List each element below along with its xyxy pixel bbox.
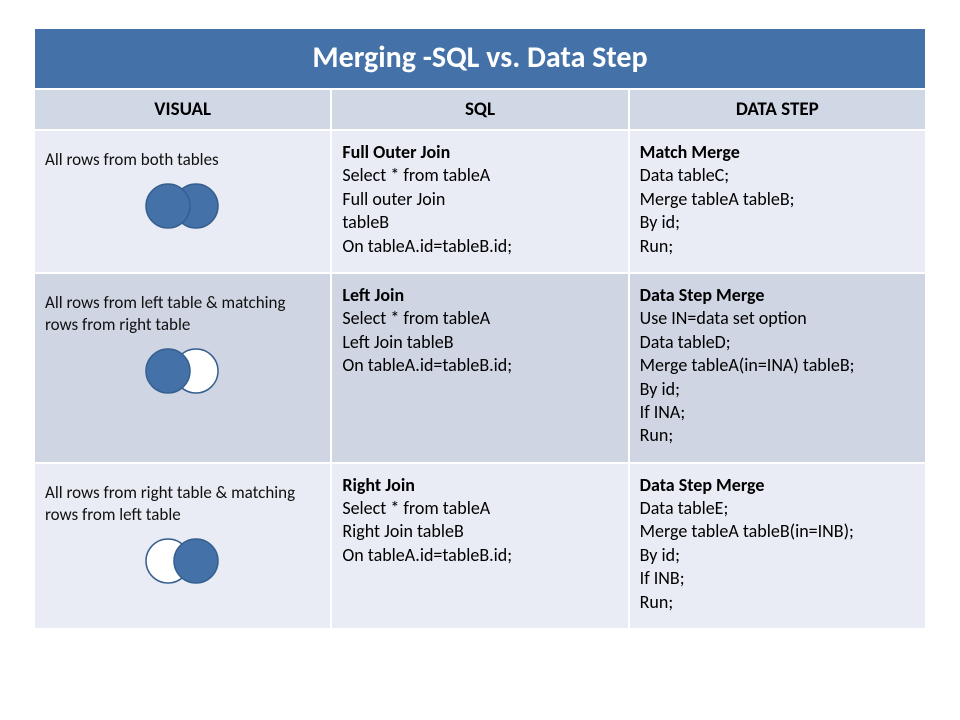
visual-cell: All rows from left table & matching rows… [35,274,330,462]
datastep-title: Data Step Merge [640,474,915,497]
code-line: tableB [342,211,617,234]
col-sql-header: SQL [330,90,627,129]
code-line: By id; [640,211,915,234]
code-line: On tableA.id=tableB.id; [342,354,617,377]
venn-diagram-icon [138,181,228,231]
sql-cell: Full Outer JoinSelect * from tableAFull … [330,131,627,272]
datastep-title: Data Step Merge [640,284,915,307]
page-title: Merging -SQL vs. Data Step [35,29,925,88]
col-datastep-header: DATA STEP [628,90,925,129]
sql-cell: Right JoinSelect * from tableARight Join… [330,464,627,628]
table-row: All rows from right table & matching row… [35,462,925,628]
code-line: Full outer Join [342,188,617,211]
comparison-table: Merging -SQL vs. Data Step VISUAL SQL DA… [34,28,926,629]
code-line: Merge tableA tableB(in=INB); [640,520,915,543]
venn-diagram-icon [138,536,228,586]
code-line: Select * from tableA [342,497,617,520]
visual-caption: All rows from right table & matching row… [45,482,320,526]
code-line: Merge tableA(in=INA) tableB; [640,354,915,377]
sql-title: Right Join [342,474,617,497]
code-line: Run; [640,235,915,258]
datastep-cell: Data Step MergeUse IN=data set optionDat… [628,274,925,462]
code-line: Left Join tableB [342,331,617,354]
code-line: If INA; [640,401,915,424]
visual-caption: All rows from left table & matching rows… [45,292,320,336]
sql-cell: Left JoinSelect * from tableALeft Join t… [330,274,627,462]
code-line: Right Join tableB [342,520,617,543]
sql-title: Left Join [342,284,617,307]
code-line: Data tableD; [640,331,915,354]
code-line: Use IN=data set option [640,307,915,330]
code-line: Run; [640,424,915,447]
table-row: All rows from left table & matching rows… [35,272,925,462]
code-line: Select * from tableA [342,164,617,187]
code-line: If INB; [640,567,915,590]
column-header-row: VISUAL SQL DATA STEP [35,88,925,129]
code-line: On tableA.id=tableB.id; [342,544,617,567]
code-line: Data tableC; [640,164,915,187]
code-line: By id; [640,378,915,401]
sql-title: Full Outer Join [342,141,617,164]
visual-cell: All rows from right table & matching row… [35,464,330,628]
visual-cell: All rows from both tables [35,131,330,272]
code-line: By id; [640,544,915,567]
venn-diagram-icon [138,346,228,396]
code-line: Select * from tableA [342,307,617,330]
code-line: Merge tableA tableB; [640,188,915,211]
visual-caption: All rows from both tables [45,149,320,171]
code-line: Data tableE; [640,497,915,520]
code-line: Run; [640,591,915,614]
code-line: On tableA.id=tableB.id; [342,235,617,258]
datastep-cell: Data Step MergeData tableE;Merge tableA … [628,464,925,628]
datastep-cell: Match MergeData tableC;Merge tableA tabl… [628,131,925,272]
col-visual-header: VISUAL [35,90,330,129]
datastep-title: Match Merge [640,141,915,164]
table-row: All rows from both tables Full Outer Join… [35,129,925,272]
